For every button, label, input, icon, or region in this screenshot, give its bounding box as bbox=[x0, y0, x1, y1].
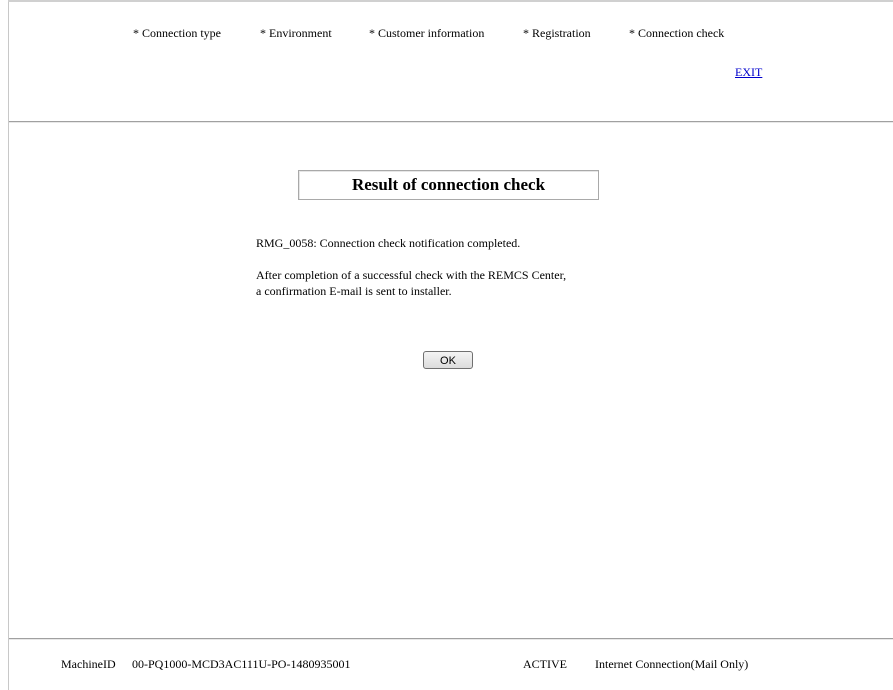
page-title: Result of connection check bbox=[298, 170, 599, 200]
footer-divider bbox=[9, 638, 893, 640]
step-environment: * Environment bbox=[260, 26, 332, 40]
ok-button[interactable]: OK bbox=[423, 351, 473, 369]
info-line-1: After completion of a successful check w… bbox=[256, 268, 567, 282]
info-line-2: a confirmation E-mail is sent to install… bbox=[256, 284, 452, 298]
result-message: RMG_0058: Connection check notification … bbox=[256, 236, 521, 250]
machine-id-value: 00-PQ1000-MCD3AC111U-PO-1480935001 bbox=[132, 657, 351, 671]
step-connection-check: * Connection check bbox=[629, 26, 725, 40]
step-connection-type: * Connection type bbox=[133, 26, 221, 40]
status-text: ACTIVE bbox=[523, 657, 567, 671]
machine-id-label: MachineID bbox=[61, 657, 116, 671]
header-divider bbox=[9, 121, 893, 123]
window-left-edge bbox=[0, 0, 9, 690]
step-customer-information: * Customer information bbox=[369, 26, 485, 40]
header: * Connection type * Environment * Custom… bbox=[9, 2, 893, 120]
step-navigation: * Connection type * Environment * Custom… bbox=[9, 26, 893, 42]
exit-link[interactable]: EXIT bbox=[735, 65, 762, 80]
step-registration: * Registration bbox=[523, 26, 591, 40]
connection-type-text: Internet Connection(Mail Only) bbox=[595, 657, 749, 671]
